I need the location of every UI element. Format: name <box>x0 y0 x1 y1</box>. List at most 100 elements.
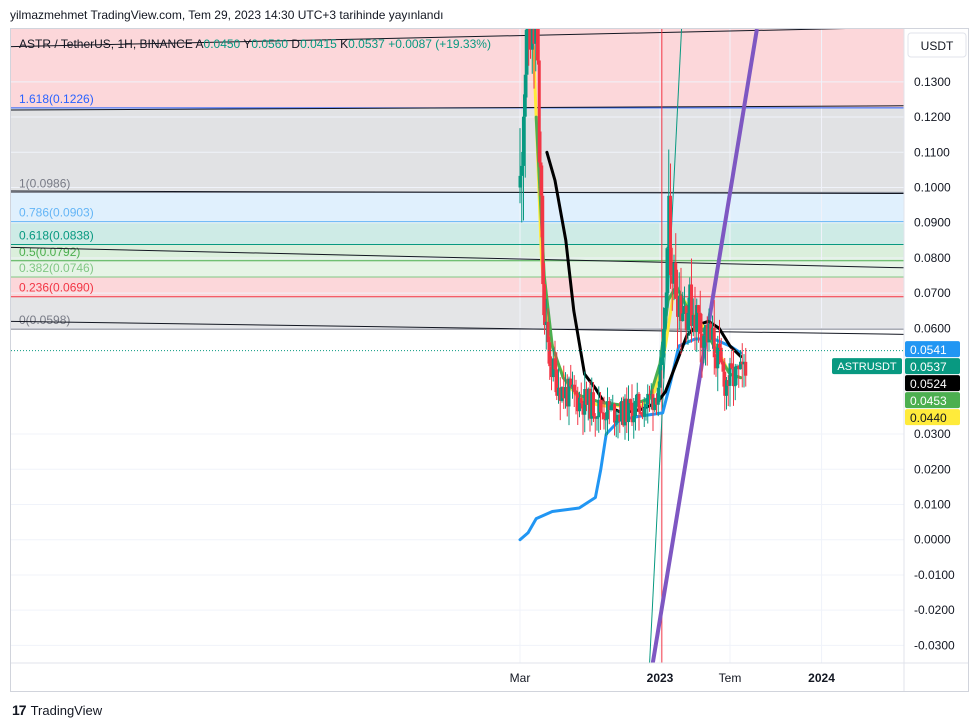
fib-level-label: 0.786(0.0903) <box>19 206 94 220</box>
candle-body <box>546 321 550 343</box>
candle-body <box>520 165 524 176</box>
y-tick-label: 0.0700 <box>914 286 951 300</box>
candle-body <box>697 305 700 313</box>
candle-body <box>662 329 665 358</box>
ohlc-legend: ASTR / TetherUS, 1H, BINANCE A0.0450 Y0.… <box>19 37 491 51</box>
symbol-tag-text: ASTRUSDT <box>837 361 897 373</box>
y-tick-label: 0.1000 <box>914 181 951 195</box>
y-tick-label: 0.0300 <box>914 427 951 441</box>
candle-body <box>599 399 602 413</box>
candle-body <box>669 195 672 276</box>
candle-body <box>637 393 641 413</box>
x-tick-label: Tem <box>719 671 742 685</box>
fib-level-label: 0.5(0.0792) <box>19 245 80 259</box>
y-tick-label: 0.1100 <box>914 145 950 159</box>
fib-zone <box>11 192 904 222</box>
publish-info: yilmazmehmet TradingView.com, Tem 29, 20… <box>10 8 444 22</box>
price-tag-text: 0.0537 <box>910 360 947 374</box>
y-tick-label: 0.0200 <box>914 462 951 476</box>
price-tag-text: 0.0453 <box>910 394 947 408</box>
candle-body <box>744 361 748 376</box>
y-tick-label: 0.0900 <box>914 216 951 230</box>
candle-body <box>613 404 616 423</box>
y-tick-label: -0.0100 <box>914 568 955 582</box>
x-tick-label: 2024 <box>808 671 835 685</box>
candle-body <box>686 312 690 331</box>
candle-body <box>665 248 669 308</box>
candle-body <box>548 342 552 367</box>
fib-level-label: 0(0.0598) <box>19 313 70 327</box>
currency-button[interactable]: USDT <box>907 32 967 58</box>
candle-body <box>604 419 608 421</box>
candle-body <box>537 60 541 163</box>
candle-body <box>658 365 662 388</box>
plot-area: 1.618(0.1226) 1(0.0986) 0.786(0.0903) 0.618… <box>11 29 904 663</box>
fib-zone-bottom <box>11 329 904 663</box>
candle-body <box>656 387 660 405</box>
symbol-tag: ASTRUSDT <box>832 358 902 375</box>
y-tick-label: 0.1300 <box>914 75 951 89</box>
price-tag: 0.0440 <box>905 409 960 426</box>
candle-body <box>572 384 576 392</box>
price-tag-text: 0.0524 <box>910 377 947 391</box>
price-tag: 0.0453 <box>905 392 960 409</box>
tradingview-brand: TradingView <box>30 702 103 718</box>
y-tick-label: 0.0100 <box>914 498 951 512</box>
candle-body <box>609 405 613 410</box>
candle-body <box>553 358 557 370</box>
candle-body <box>702 335 706 348</box>
candle-body <box>522 116 525 166</box>
y-tick-label: 0.0600 <box>914 321 951 335</box>
fib-level-label: 0.618(0.0838) <box>19 229 94 243</box>
y-tick-label: 0.1200 <box>914 110 951 124</box>
price-tag: 0.0524 <box>905 375 960 392</box>
chart-pane[interactable]: 1.618(0.1226) 1(0.0986) 0.786(0.0903) 0.618… <box>10 28 969 692</box>
candle-body <box>543 284 546 326</box>
candle-body <box>579 397 583 404</box>
candle-body <box>719 347 723 363</box>
fib-zone <box>11 107 904 193</box>
price-chart[interactable]: 1.618(0.1226) 1(0.0986) 0.786(0.0903) 0.618… <box>11 29 969 692</box>
candle-body <box>639 412 643 415</box>
tradingview-logo-icon: 17 <box>12 702 27 718</box>
candle-body <box>595 417 599 419</box>
fib-zone <box>11 260 904 277</box>
candle-body <box>644 404 648 408</box>
y-tick-label: -0.0300 <box>914 638 955 652</box>
y-tick-label: -0.0200 <box>914 603 955 617</box>
candle-body <box>681 313 685 322</box>
candle-body <box>698 312 702 334</box>
candle-body <box>523 74 527 117</box>
candle-body <box>646 393 650 405</box>
x-tick-label: 2023 <box>647 671 674 685</box>
y-tick-label: 0.0800 <box>914 251 951 265</box>
fib-zone <box>11 296 904 330</box>
candle-body <box>541 195 545 285</box>
candle-body <box>539 162 543 196</box>
candle-body <box>721 362 725 372</box>
candle-body <box>574 391 578 395</box>
fib-level-label: 0.382(0.0746) <box>19 261 94 275</box>
candle-body <box>628 399 632 404</box>
candle-body <box>536 29 539 61</box>
candle-body <box>642 407 646 417</box>
candle-body <box>674 262 678 299</box>
candle-body <box>712 327 716 358</box>
fib-level-label: 1.618(0.1226) <box>19 92 94 106</box>
y-tick-label: 0.0000 <box>914 533 951 547</box>
price-tag-text: 0.0440 <box>910 411 947 425</box>
tradingview-footer: 17 TradingView <box>12 702 102 718</box>
price-tag-text: 0.0541 <box>910 343 947 357</box>
candle-body <box>632 415 636 423</box>
candle-body <box>634 400 637 416</box>
candle-body <box>733 366 737 387</box>
candle-body <box>614 420 618 423</box>
candle-body <box>518 175 522 188</box>
fib-level-label: 0.236(0.0690) <box>19 281 94 295</box>
x-tick-label: Mar <box>510 671 531 685</box>
fib-level-label: 1(0.0986) <box>19 176 70 190</box>
price-tag: 0.0541 <box>905 341 960 358</box>
fib-zone <box>11 276 904 297</box>
candle-body <box>660 357 664 366</box>
currency-label: USDT <box>921 39 954 53</box>
